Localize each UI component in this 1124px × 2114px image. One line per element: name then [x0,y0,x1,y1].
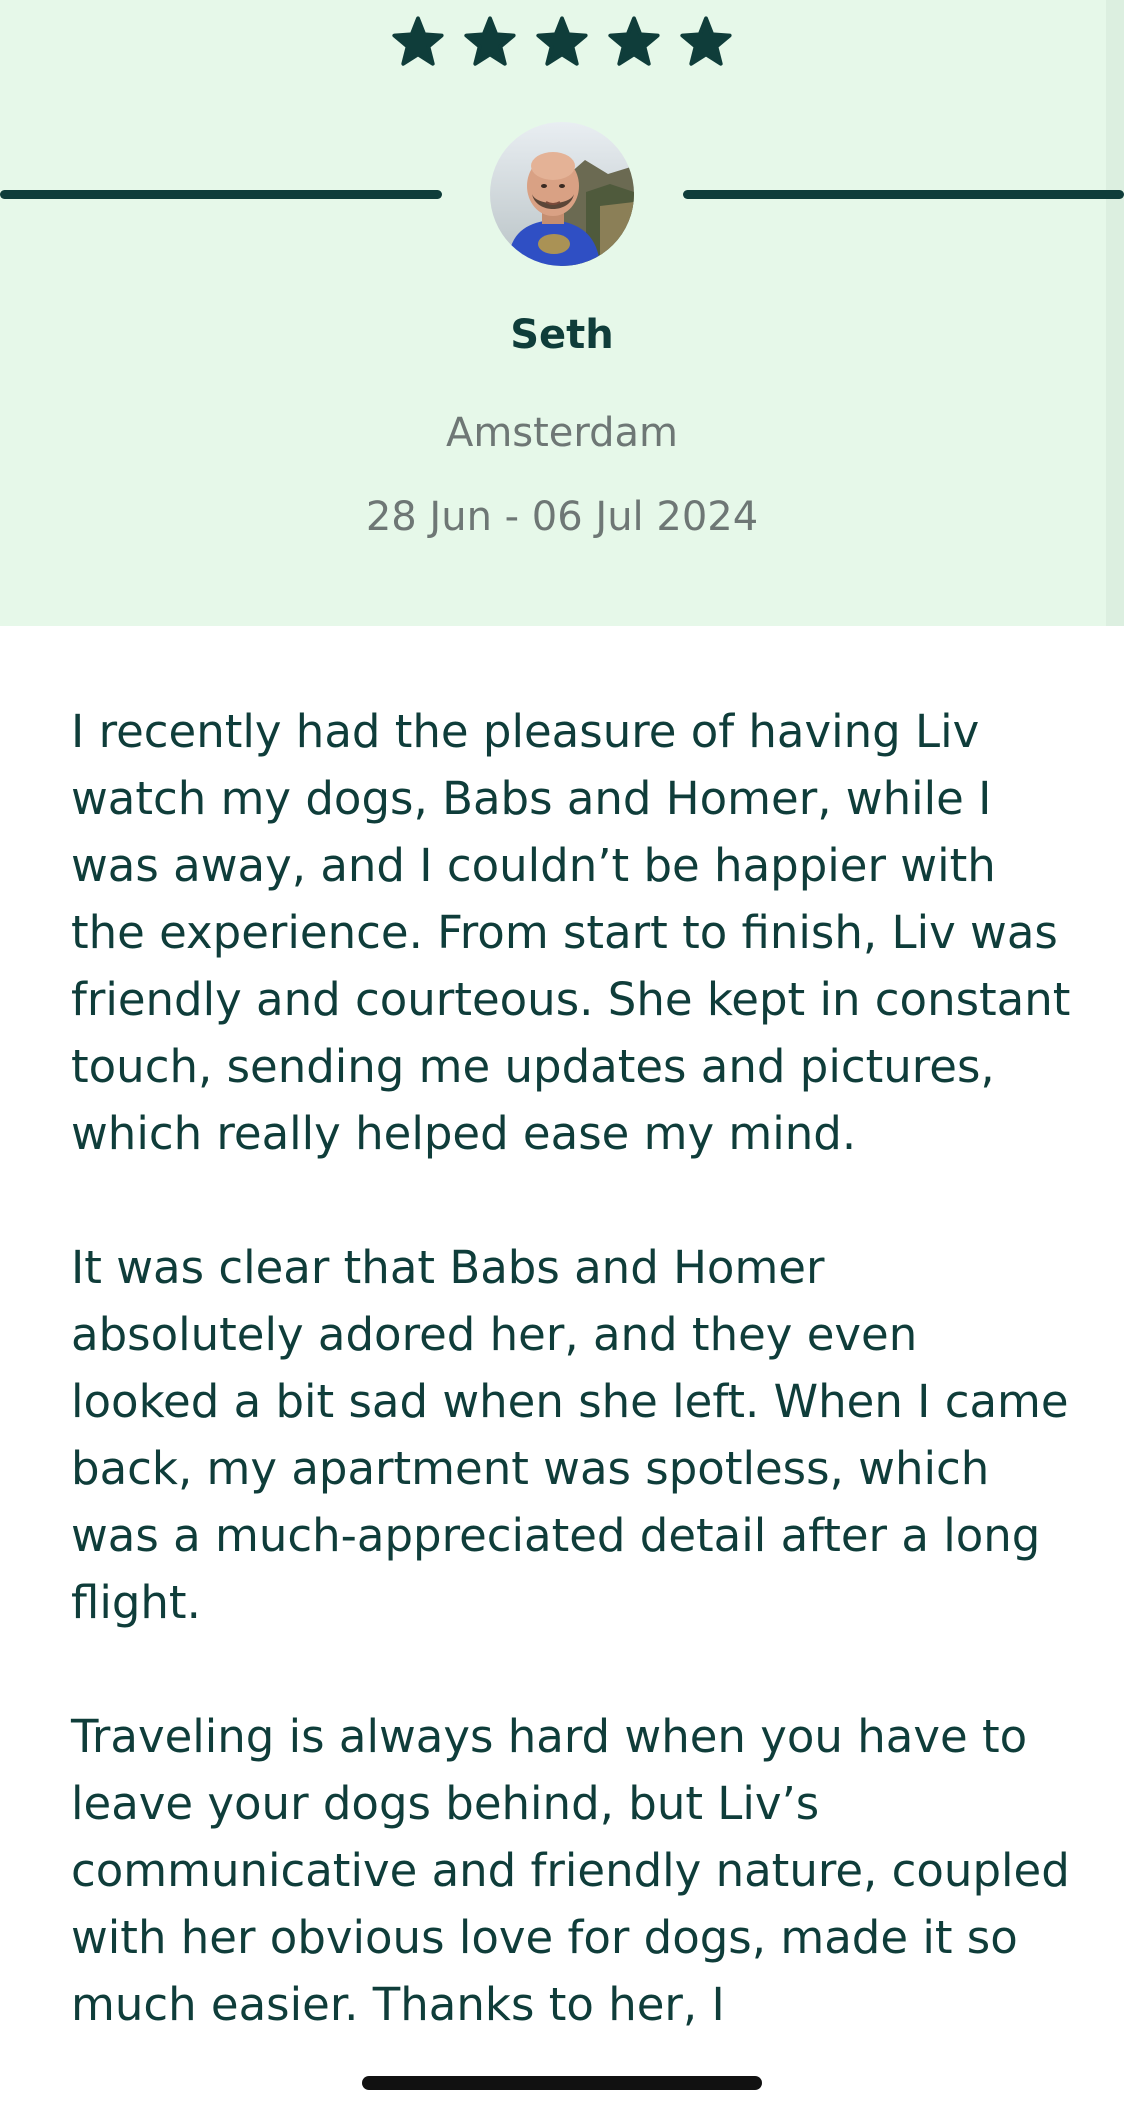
review-paragraph: Traveling is always hard when you have t… [71,1710,1070,2031]
star-icon [464,16,516,66]
reviewer-name: Seth [510,312,614,358]
avatar [490,122,634,266]
divider-line-right [683,190,1124,199]
star-icon [680,16,732,66]
stay-dates: 28 Jun - 06 Jul 2024 [365,494,759,540]
review-text: I recently had the pleasure of having Li… [71,698,1071,2105]
reviewer-location: Amsterdam [445,410,679,456]
star-icon [608,16,660,66]
star-icon [536,16,588,66]
star-rating [0,14,1124,72]
review-paragraph: It was clear that Babs and Homer absolut… [71,1241,1069,1629]
review-paragraph: I recently had the pleasure of having Li… [71,705,1071,1160]
star-icon [392,16,444,66]
review-header: Seth Amsterdam 28 Jun - 06 Jul 2024 [0,0,1124,626]
divider-line-left [0,190,442,199]
home-indicator[interactable] [362,2076,762,2090]
